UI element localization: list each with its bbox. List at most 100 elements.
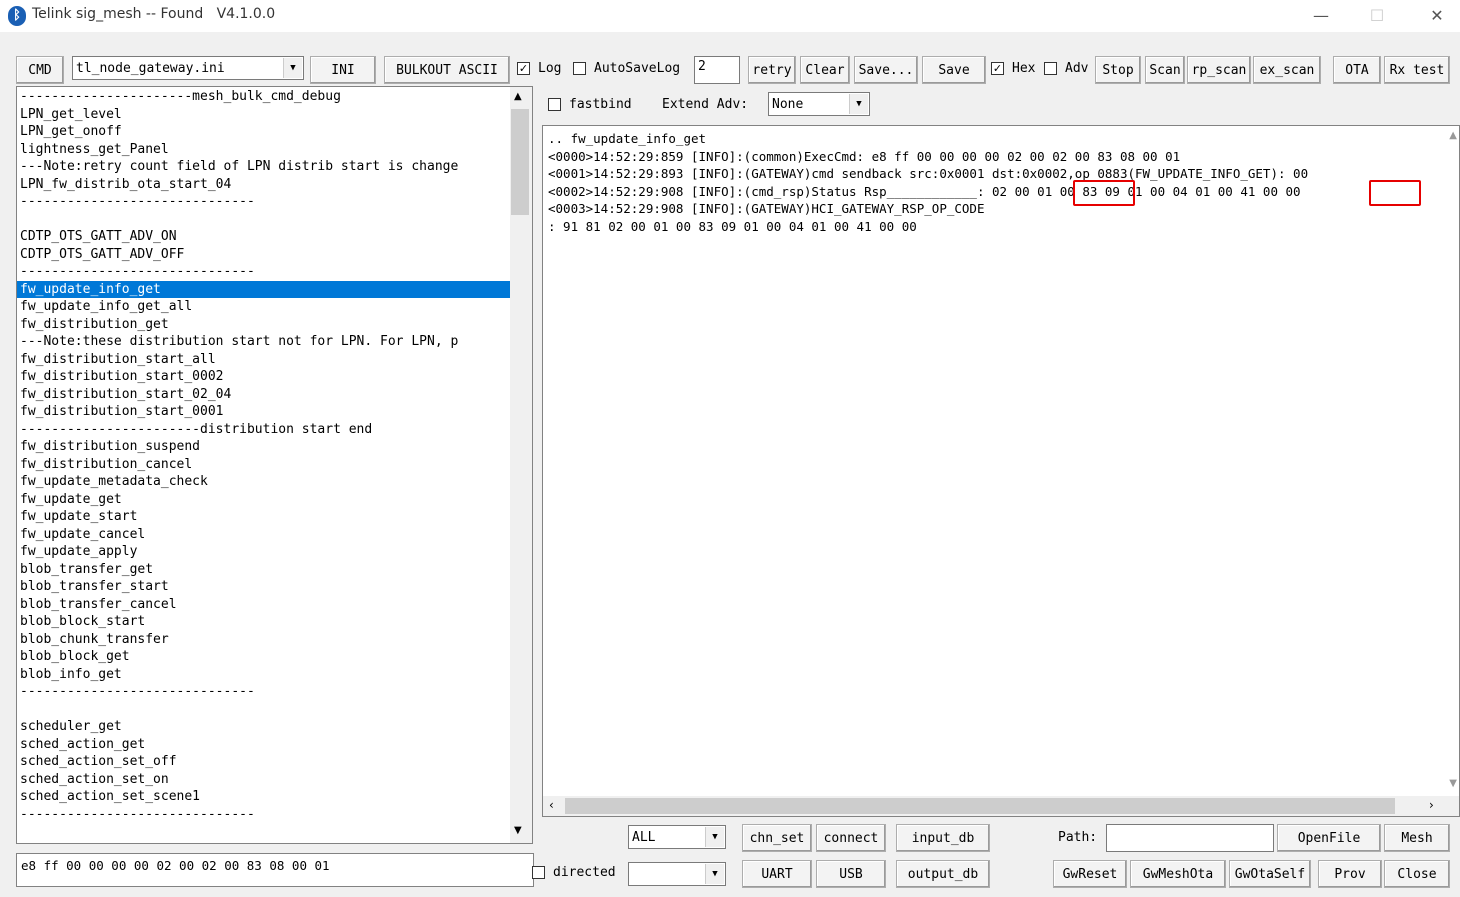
list-item[interactable]: fw_distribution_start_0001 [20,403,224,421]
stop-button[interactable]: Stop [1095,56,1141,84]
directed-target-select[interactable]: ▼ [628,862,726,886]
rp-scan-button[interactable]: rp_scan [1187,56,1251,84]
list-item[interactable]: fw_distribution_start_02_04 [20,386,231,404]
bulkout-ascii-button[interactable]: BULKOUT ASCII [384,56,510,84]
list-item[interactable]: sched_action_set_on [20,771,169,789]
list-item[interactable]: blob_transfer_get [20,561,153,579]
list-item[interactable]: -----------------------distribution star… [20,421,372,439]
list-item[interactable]: LPN_get_onoff [20,123,122,141]
chn-set-button[interactable]: chn_set [742,824,812,852]
list-item[interactable]: blob_transfer_cancel [20,596,177,614]
list-item[interactable]: fw_distribution_start_0002 [20,368,224,386]
close-button[interactable]: Close [1384,860,1450,888]
command-input[interactable]: e8 ff 00 00 00 00 02 00 02 00 83 08 00 0… [16,853,534,887]
scan-button[interactable]: Scan [1145,56,1185,84]
list-item[interactable]: ---Note:these distribution start not for… [20,333,458,351]
command-list[interactable]: ----------------------mesh_bulk_cmd_debu… [16,86,533,844]
log-output[interactable]: : 91 81 02 00 01 00 83 09 01 00 04 01 00… [542,125,1460,817]
command-list-scrollbar[interactable]: ▲ ▼ [510,87,532,843]
retry-button[interactable]: retry [748,56,796,84]
list-item[interactable]: blob_transfer_start [20,578,169,596]
ini-button[interactable]: INI [310,56,376,84]
channel-select[interactable]: ALL ▼ [628,825,726,849]
mesh-button[interactable]: Mesh [1384,824,1450,852]
connect-button[interactable]: connect [816,824,886,852]
list-item[interactable]: ---Note:retry count field of LPN distrib… [20,158,458,176]
list-item[interactable]: scheduler_get [20,718,122,736]
close-window-button[interactable]: ✕ [1422,6,1452,26]
autosavelog-checkbox[interactable] [573,62,586,75]
log-line: .. fw_update_info_get [548,131,707,146]
list-item[interactable]: fw_distribution_start_all [20,351,216,369]
output-db-button[interactable]: output_db [896,860,990,888]
save-as-button[interactable]: Save... [854,56,918,84]
log-checkbox[interactable]: ✓ [517,62,530,75]
list-item[interactable]: LPN_get_level [20,106,122,124]
log-hscrollbar[interactable]: ‹ › [543,796,1459,816]
open-file-button[interactable]: OpenFile [1277,824,1381,852]
list-item[interactable]: blob_info_get [20,666,122,684]
chevron-down-icon[interactable]: ▼ [283,58,302,78]
path-input[interactable] [1106,824,1274,852]
list-item[interactable]: ------------------------------ [20,263,255,281]
save-button[interactable]: Save [922,56,986,84]
list-item[interactable]: blob_block_get [20,648,130,666]
list-item[interactable]: fw_distribution_suspend [20,438,200,456]
list-item[interactable]: fw_update_info_get [17,280,513,298]
ota-button[interactable]: OTA [1333,56,1381,84]
scroll-up-icon[interactable]: ▲ [514,91,522,102]
cmd-button[interactable]: CMD [16,56,64,84]
list-item[interactable]: blob_chunk_transfer [20,631,169,649]
list-item[interactable]: fw_distribution_cancel [20,456,192,474]
minimize-button[interactable]: — [1306,6,1336,26]
list-item[interactable]: ------------------------------ [20,806,255,824]
input-db-button[interactable]: input_db [896,824,990,852]
ini-file-select[interactable]: tl_node_gateway.ini ▼ [72,56,304,80]
list-item[interactable]: ------------------------------ [20,683,255,701]
ex-scan-button[interactable]: ex_scan [1253,56,1321,84]
usb-button[interactable]: USB [816,860,886,888]
list-item[interactable]: fw_update_info_get_all [20,298,192,316]
list-item[interactable]: fw_distribution_get [20,316,169,334]
extend-adv-select[interactable]: None ▼ [768,92,870,116]
log-scroll-down-icon[interactable]: ▼ [1449,778,1457,789]
list-item[interactable]: sched_action_get [20,736,145,754]
chevron-down-icon[interactable]: ▼ [705,827,724,847]
list-item[interactable]: sched_action_set_off [20,753,177,771]
chevron-down-icon[interactable]: ▼ [849,94,868,114]
list-item[interactable]: LPN_fw_distrib_ota_start_04 [20,176,231,194]
retry-count-input[interactable]: 2 [694,56,740,84]
list-item[interactable]: fw_update_get [20,491,122,509]
list-item[interactable]: fw_update_metadata_check [20,473,208,491]
gw-ota-self-button[interactable]: GwOtaSelf [1229,860,1311,888]
fastbind-checkbox[interactable] [548,98,561,111]
list-item[interactable]: ------------------------------ [20,193,255,211]
list-item[interactable]: blob_block_start [20,613,145,631]
gw-reset-button[interactable]: GwReset [1053,860,1127,888]
list-item[interactable]: fw_update_start [20,508,137,526]
rx-test-button[interactable]: Rx test [1384,56,1450,84]
adv-checkbox[interactable] [1044,62,1057,75]
maximize-button[interactable]: ☐ [1362,6,1392,26]
list-item[interactable]: fw_update_cancel [20,526,145,544]
list-item[interactable]: CDTP_OTS_GATT_ADV_ON [20,228,177,246]
scroll-left-icon[interactable]: ‹ [549,798,554,812]
directed-checkbox[interactable] [532,866,545,879]
list-item[interactable]: lightness_get_Panel [20,141,169,159]
clear-button[interactable]: Clear [800,56,850,84]
gw-mesh-ota-button[interactable]: GwMeshOta [1130,860,1226,888]
scroll-down-icon[interactable]: ▼ [514,825,522,836]
chevron-down-icon[interactable]: ▼ [705,864,724,884]
uart-button[interactable]: UART [742,860,812,888]
list-item[interactable]: fw_update_apply [20,543,137,561]
list-item[interactable]: CDTP_OTS_GATT_ADV_OFF [20,246,184,264]
log-scroll-up-icon[interactable]: ▲ [1449,130,1457,141]
list-item[interactable]: time_set [20,841,83,844]
list-item[interactable]: ----------------------mesh_bulk_cmd_debu… [20,88,341,106]
scroll-right-icon[interactable]: › [1429,798,1434,812]
prov-button[interactable]: Prov [1318,860,1382,888]
list-item[interactable]: sched_action_set_scene1 [20,788,200,806]
scrollbar-thumb[interactable] [511,109,529,215]
log-hscroll-thumb[interactable] [565,798,1395,814]
hex-checkbox[interactable]: ✓ [991,62,1004,75]
